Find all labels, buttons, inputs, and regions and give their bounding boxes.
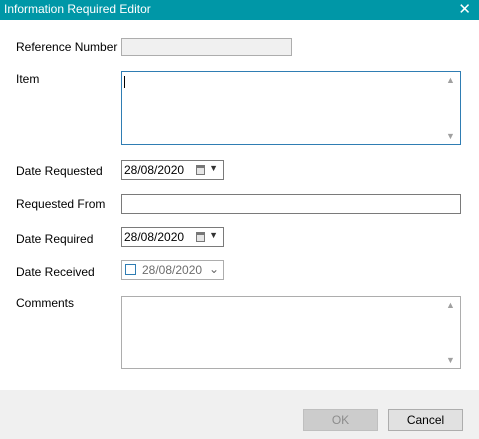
- text-caret: [124, 76, 125, 88]
- item-textarea[interactable]: ▲ ▼: [121, 71, 461, 145]
- date-received-value: 28/08/2020: [142, 263, 203, 277]
- scroll-up-icon[interactable]: ▲: [446, 300, 455, 310]
- window-title: Information Required Editor: [4, 2, 151, 16]
- date-requested-picker[interactable]: 28/08/2020 ▼: [121, 160, 224, 180]
- reference-number-field[interactable]: [121, 38, 292, 56]
- scroll-up-icon[interactable]: ▲: [446, 75, 455, 85]
- requested-from-field[interactable]: [121, 194, 461, 214]
- comments-scrollbar[interactable]: ▲ ▼: [443, 297, 460, 368]
- reference-number-label: Reference Number: [16, 40, 118, 54]
- date-received-checkbox[interactable]: [125, 264, 136, 275]
- comments-textarea[interactable]: ▲ ▼: [121, 296, 461, 369]
- scroll-down-icon[interactable]: ▼: [446, 355, 455, 365]
- item-scrollbar[interactable]: ▲ ▼: [443, 72, 460, 144]
- date-required-value: 28/08/2020: [124, 230, 185, 244]
- date-requested-label: Date Requested: [16, 164, 103, 178]
- date-requested-value: 28/08/2020: [124, 163, 185, 177]
- dropdown-arrow-icon[interactable]: ▼: [209, 230, 218, 240]
- cancel-button[interactable]: Cancel: [388, 409, 463, 431]
- dropdown-arrow-icon[interactable]: ▼: [209, 163, 218, 173]
- comments-label: Comments: [16, 296, 75, 310]
- title-bar: Information Required Editor ✕: [0, 0, 479, 20]
- date-received-picker[interactable]: 28/08/2020 ⌄: [121, 260, 224, 280]
- calendar-icon[interactable]: [196, 165, 205, 175]
- ok-button[interactable]: OK: [303, 409, 378, 431]
- close-icon[interactable]: ✕: [458, 1, 471, 18]
- requested-from-label: Requested From: [16, 197, 106, 211]
- chevron-down-icon[interactable]: ⌄: [209, 262, 219, 276]
- date-required-label: Date Required: [16, 232, 94, 246]
- date-received-label: Date Received: [16, 265, 95, 279]
- item-label: Item: [16, 72, 40, 86]
- scroll-down-icon[interactable]: ▼: [446, 131, 455, 141]
- date-required-picker[interactable]: 28/08/2020 ▼: [121, 227, 224, 247]
- calendar-icon[interactable]: [196, 232, 205, 242]
